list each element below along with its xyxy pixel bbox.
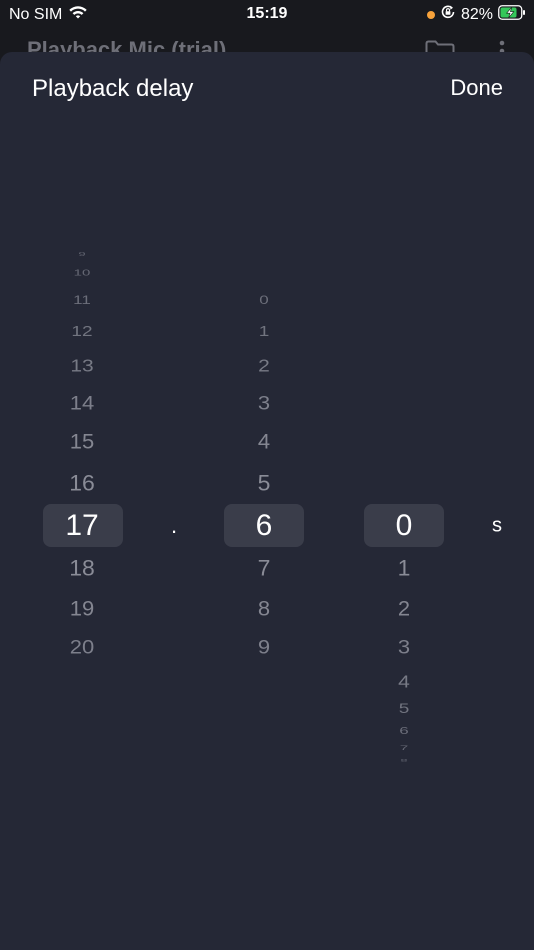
unit-label: s [492,514,502,537]
picker-item-tenths[interactable]: 7 [258,556,271,580]
picker-item-tenths[interactable]: 2 [258,357,270,375]
orientation-lock-icon [440,4,456,25]
picker-item-tenths[interactable]: 8 [258,598,270,620]
battery-percent: 82% [460,5,493,23]
picker-item-hundredths[interactable]: 8 [400,758,407,762]
picker-item-hundredths[interactable]: 6 [399,726,408,736]
picker-item-whole-seconds[interactable]: 9 [78,251,85,257]
picker-item-hundredths[interactable]: 2 [398,598,410,620]
picker-item-whole-seconds[interactable]: 19 [70,598,94,620]
picker-selected-tenths[interactable]: 6 [256,511,273,541]
picker-item-whole-seconds[interactable]: 20 [70,637,94,657]
picker-item-whole-seconds[interactable]: 13 [70,357,93,375]
picker-selected-whole-seconds[interactable]: 17 [65,511,98,541]
playback-delay-sheet: Playback delay Done . s 17 16 15 14 13 12 11 10… [0,52,534,950]
screen: No SIM 15:19 82% Playback Mic (trial) Pl… [0,0,534,950]
picker-item-tenths[interactable]: 1 [259,325,270,340]
status-right: 82% [426,4,526,25]
picker-item-tenths[interactable]: 5 [258,471,271,495]
picker-item-tenths[interactable]: 3 [258,393,270,413]
battery-charging-icon [498,4,526,25]
picker-item-whole-seconds[interactable]: 10 [74,269,91,278]
picker-item-whole-seconds[interactable]: 14 [70,393,94,413]
picker-item-tenths[interactable]: 0 [259,294,268,306]
decimal-separator: . [170,513,178,538]
picker-item-tenths[interactable]: 4 [258,431,270,453]
picker-item-whole-seconds[interactable]: 12 [71,325,92,340]
picker-item-hundredths[interactable]: 7 [400,745,408,751]
done-button[interactable]: Done [450,75,503,101]
recording-indicator-dot [426,10,435,19]
picker-item-hundredths[interactable]: 4 [398,673,410,691]
status-bar: No SIM 15:19 82% [0,0,534,30]
picker-item-whole-seconds[interactable]: 15 [70,431,94,453]
picker-item-hundredths[interactable]: 1 [398,556,411,580]
picker-selected-hundredths[interactable]: 0 [396,511,413,541]
picker-item-tenths[interactable]: 9 [258,637,270,657]
picker-item-whole-seconds[interactable]: 11 [73,294,91,306]
picker-item-hundredths[interactable]: 3 [398,637,410,657]
picker-item-whole-seconds[interactable]: 16 [69,471,95,495]
sheet-title: Playback delay [32,75,194,102]
picker-item-whole-seconds[interactable]: 18 [69,556,95,580]
picker-item-hundredths[interactable]: 5 [399,702,410,716]
